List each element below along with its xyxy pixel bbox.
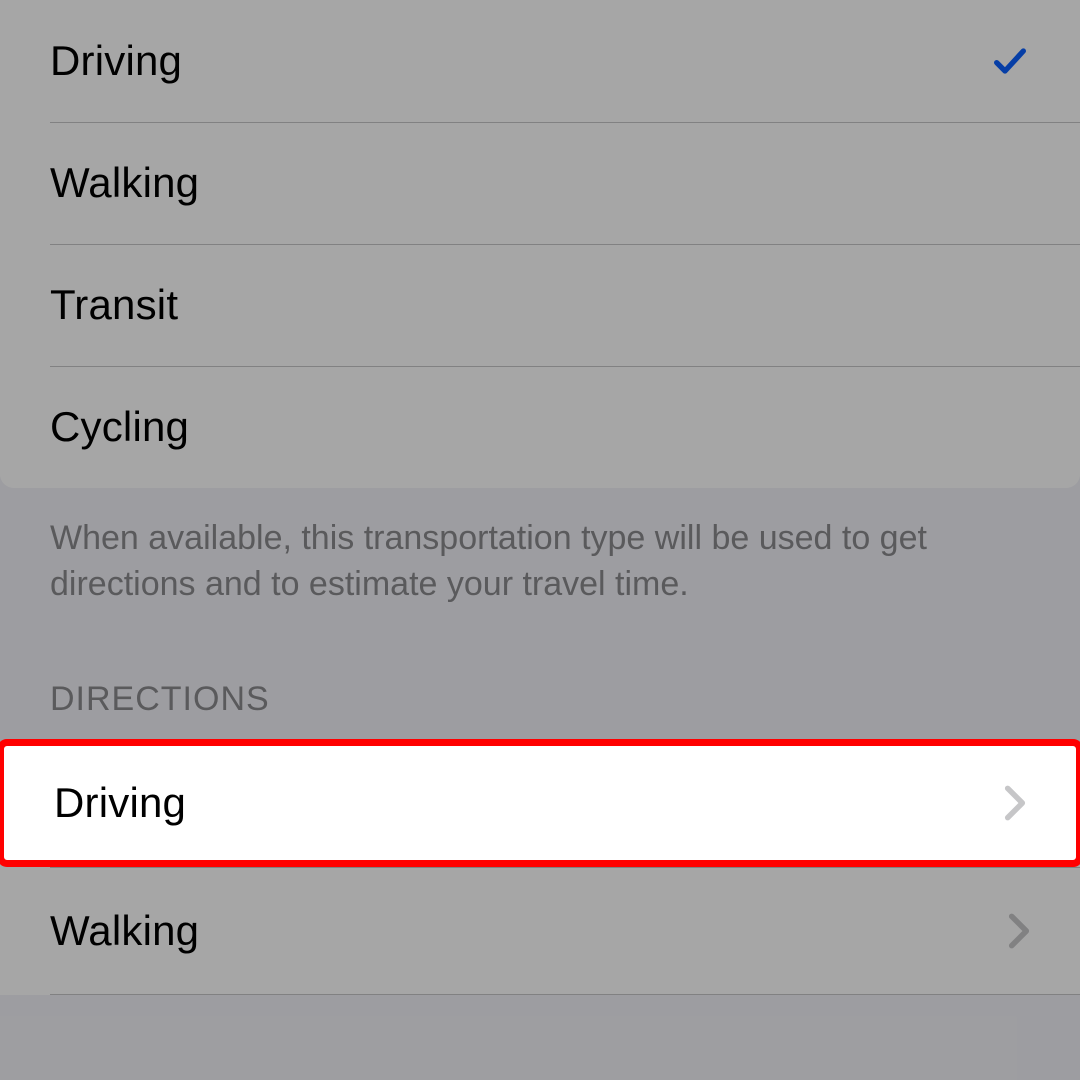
transport-type-section: Driving Walking Transit Cycling bbox=[0, 0, 1080, 488]
transport-section-footer: When available, this transportation type… bbox=[0, 488, 1080, 608]
directions-item-label: Driving bbox=[54, 779, 186, 827]
transport-option-label: Walking bbox=[50, 159, 199, 207]
transport-option-walking[interactable]: Walking bbox=[0, 122, 1080, 244]
checkmark-icon bbox=[990, 41, 1030, 81]
chevron-right-icon bbox=[1008, 912, 1030, 950]
directions-item-driving[interactable]: Driving bbox=[0, 739, 1080, 867]
transport-option-transit[interactable]: Transit bbox=[0, 244, 1080, 366]
transport-option-label: Transit bbox=[50, 281, 178, 329]
transport-option-label: Driving bbox=[50, 37, 182, 85]
directions-item-walking[interactable]: Walking bbox=[0, 867, 1080, 995]
transport-option-driving[interactable]: Driving bbox=[0, 0, 1080, 122]
directions-section: Driving Walking bbox=[0, 739, 1080, 995]
directions-item-label: Walking bbox=[50, 907, 199, 955]
transport-option-cycling[interactable]: Cycling bbox=[0, 366, 1080, 488]
chevron-right-icon bbox=[1004, 784, 1026, 822]
directions-section-header: DIRECTIONS bbox=[0, 608, 1080, 739]
transport-option-label: Cycling bbox=[50, 403, 189, 451]
